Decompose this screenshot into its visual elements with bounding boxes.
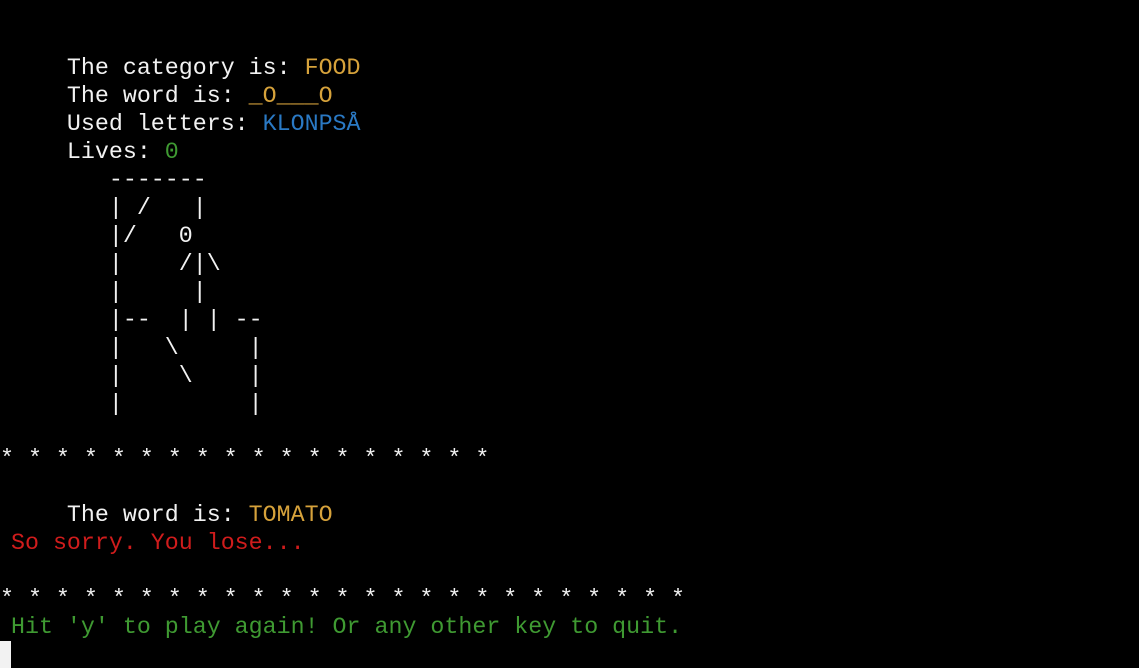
separator-bottom: * * * * * * * * * * * * * * * * * * * * … [0, 586, 686, 612]
hangman-row-9: | | [11, 391, 263, 417]
hangman-row-7: | \ | [11, 335, 263, 361]
hangman-row-1: ------- [11, 167, 207, 193]
play-again-prompt: Hit 'y' to play again! Or any other key … [11, 614, 683, 640]
result-word-label: The word is: [66, 502, 249, 528]
hangman-row-2: | / | [11, 195, 207, 221]
category-line: The category is: FOOD [11, 26, 361, 81]
hangman-row-3: |/ 0 [11, 223, 193, 249]
lives-line: Lives: 0 [11, 110, 179, 165]
text-cursor[interactable] [0, 641, 11, 668]
hangman-row-4: | /|\ [11, 251, 221, 277]
lives-value: 0 [164, 139, 179, 165]
lives-label: Lives: [66, 139, 165, 165]
lose-message: So sorry. You lose... [11, 530, 305, 556]
used-letters-value: KLONPSÅ [262, 111, 361, 137]
used-letters-line: Used letters: KLONPSÅ [11, 82, 361, 137]
hangman-row-6: |-- | | -- [11, 307, 263, 333]
hangman-row-5: | | [11, 279, 207, 305]
result-word-value: TOMATO [248, 502, 333, 528]
separator-top: * * * * * * * * * * * * * * * * * * [0, 446, 490, 472]
terminal-window[interactable]: The category is: FOOD The word is: _O___… [0, 0, 1139, 668]
result-word-line: The word is: TOMATO [11, 473, 333, 528]
hangman-row-8: | \ | [11, 363, 263, 389]
word-line: The word is: _O___O [11, 54, 333, 109]
